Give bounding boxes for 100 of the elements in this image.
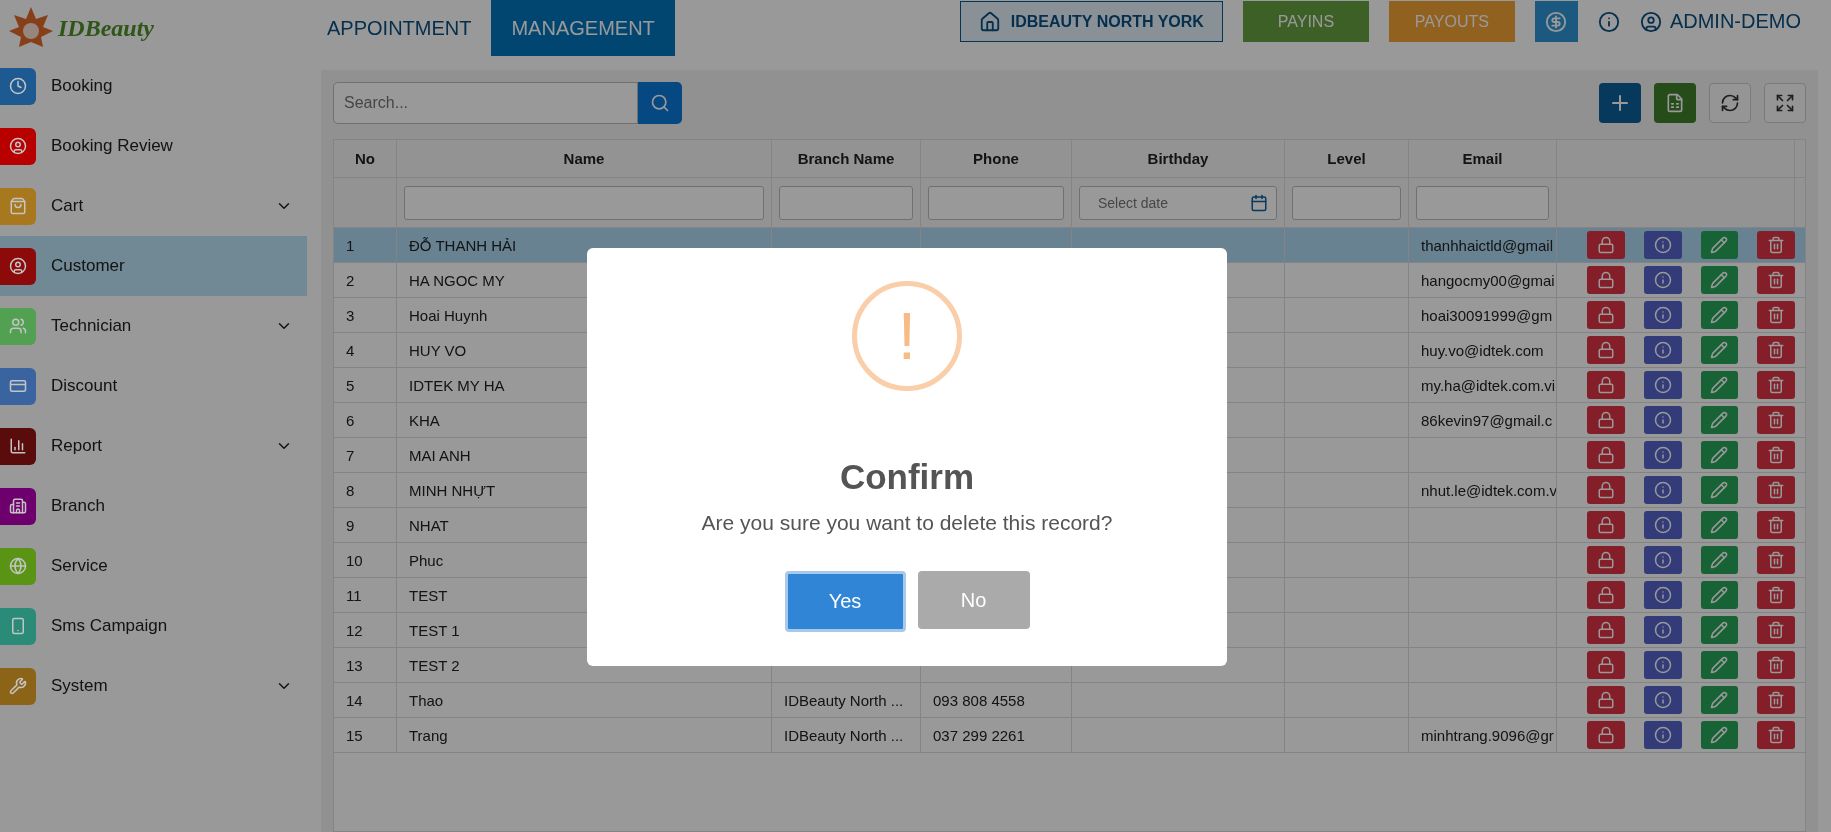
dollar-button[interactable]: [1534, 1, 1578, 42]
branch-button[interactable]: IDBEAUTY NORTH YORK: [959, 1, 1223, 42]
info-button[interactable]: [1643, 266, 1682, 294]
lock-button[interactable]: [1587, 651, 1625, 679]
table-row[interactable]: 14 Thao IDBeauty North ... 093 808 4558: [334, 683, 1805, 718]
delete-button[interactable]: [1757, 266, 1795, 294]
delete-button[interactable]: [1757, 406, 1795, 434]
refresh-button[interactable]: [1709, 83, 1751, 123]
info-button[interactable]: [1643, 476, 1682, 504]
table-cell: IDBeauty North ...: [784, 691, 904, 709]
lock-button[interactable]: [1587, 721, 1625, 749]
filter-field[interactable]: [1416, 185, 1549, 220]
trash-icon: [1767, 341, 1786, 359]
info-button[interactable]: [1643, 231, 1682, 259]
delete-button[interactable]: [1757, 441, 1795, 469]
delete-button[interactable]: [1757, 721, 1795, 749]
delete-button[interactable]: [1757, 301, 1795, 329]
lock-button[interactable]: [1587, 406, 1625, 434]
sidebar-item[interactable]: Service: [0, 536, 307, 596]
info-button[interactable]: [1643, 371, 1682, 399]
info-button[interactable]: [1643, 686, 1682, 714]
edit-button[interactable]: [1700, 301, 1739, 329]
pencil-icon: [1710, 551, 1729, 569]
delete-button[interactable]: [1757, 651, 1795, 679]
trash-icon: [1767, 621, 1786, 639]
delete-button[interactable]: [1757, 231, 1795, 259]
lock-button[interactable]: [1587, 546, 1625, 574]
sidebar-item[interactable]: Booking Review: [0, 116, 307, 176]
lock-button[interactable]: [1587, 581, 1625, 609]
add-button[interactable]: [1599, 83, 1641, 123]
edit-button[interactable]: [1700, 476, 1739, 504]
info-button[interactable]: [1643, 441, 1682, 469]
date-field[interactable]: Select date: [1079, 185, 1277, 220]
info-button[interactable]: [1643, 406, 1682, 434]
delete-button[interactable]: [1757, 616, 1795, 644]
edit-button[interactable]: [1700, 581, 1739, 609]
sidebar-item[interactable]: Booking: [0, 56, 307, 116]
search-button[interactable]: [638, 82, 682, 124]
column-header: Phone: [921, 140, 1072, 177]
lock-button[interactable]: [1587, 616, 1625, 644]
user-menu[interactable]: ADMIN-DEMO: [1639, 1, 1801, 42]
edit-button[interactable]: [1700, 441, 1739, 469]
sidebar-item[interactable]: Branch: [0, 476, 307, 536]
edit-button[interactable]: [1700, 511, 1739, 539]
edit-button[interactable]: [1700, 336, 1739, 364]
sidebar-item[interactable]: System: [0, 656, 307, 716]
fullscreen-button[interactable]: [1764, 83, 1806, 123]
table-row[interactable]: 15 Trang IDBeauty North ... 037 299 2261 minhtrang.9096@gr: [334, 718, 1805, 753]
table-cell: 6: [346, 411, 355, 429]
lock-button[interactable]: [1587, 371, 1625, 399]
nav-tab[interactable]: MANAGEMENT: [491, 0, 675, 56]
sidebar-item[interactable]: Report: [0, 416, 307, 476]
lock-button[interactable]: [1587, 441, 1625, 469]
edit-button[interactable]: [1700, 371, 1739, 399]
sidebar-item[interactable]: Cart: [0, 176, 307, 236]
filter-field[interactable]: [1292, 185, 1401, 220]
sidebar-item[interactable]: Discount: [0, 356, 307, 416]
delete-button[interactable]: [1757, 546, 1795, 574]
lock-button[interactable]: [1587, 301, 1625, 329]
lock-button[interactable]: [1587, 266, 1625, 294]
sidebar-item[interactable]: Customer: [0, 236, 307, 296]
lock-button[interactable]: [1587, 336, 1625, 364]
lock-button[interactable]: [1587, 231, 1625, 259]
table-cell: 9: [346, 516, 355, 534]
info-button[interactable]: [1643, 651, 1682, 679]
lock-button[interactable]: [1587, 686, 1625, 714]
delete-button[interactable]: [1757, 511, 1795, 539]
delete-button[interactable]: [1757, 581, 1795, 609]
dialog-title: Confirm: [839, 457, 975, 497]
info-button[interactable]: [1643, 336, 1682, 364]
delete-button[interactable]: [1757, 371, 1795, 399]
search-field[interactable]: Search...: [333, 82, 638, 124]
filter-field[interactable]: [779, 185, 913, 220]
edit-button[interactable]: [1700, 686, 1739, 714]
edit-button[interactable]: [1700, 546, 1739, 574]
info-button[interactable]: [1643, 721, 1682, 749]
lock-button[interactable]: [1587, 511, 1625, 539]
info-button[interactable]: [1643, 511, 1682, 539]
info-button[interactable]: [1643, 301, 1682, 329]
delete-button[interactable]: [1757, 686, 1795, 714]
edit-button[interactable]: [1700, 616, 1739, 644]
excel-button[interactable]: [1654, 83, 1696, 123]
edit-button[interactable]: [1700, 651, 1739, 679]
yes-button[interactable]: Yes: [784, 571, 906, 632]
sidebar-item[interactable]: Technician: [0, 296, 307, 356]
info-button[interactable]: [1643, 616, 1682, 644]
lock-button[interactable]: [1587, 476, 1625, 504]
delete-button[interactable]: [1757, 336, 1795, 364]
pencil-icon: [1710, 656, 1729, 674]
edit-button[interactable]: [1700, 406, 1739, 434]
refresh-icon: [1720, 93, 1740, 113]
info-button[interactable]: [1643, 546, 1682, 574]
sidebar-item[interactable]: Sms Campaign: [0, 596, 307, 656]
filter-field[interactable]: [404, 185, 764, 220]
edit-button[interactable]: [1700, 266, 1739, 294]
edit-button[interactable]: [1700, 721, 1739, 749]
filter-field[interactable]: [928, 185, 1064, 220]
delete-button[interactable]: [1757, 476, 1795, 504]
info-button[interactable]: [1643, 581, 1682, 609]
edit-button[interactable]: [1700, 231, 1739, 259]
